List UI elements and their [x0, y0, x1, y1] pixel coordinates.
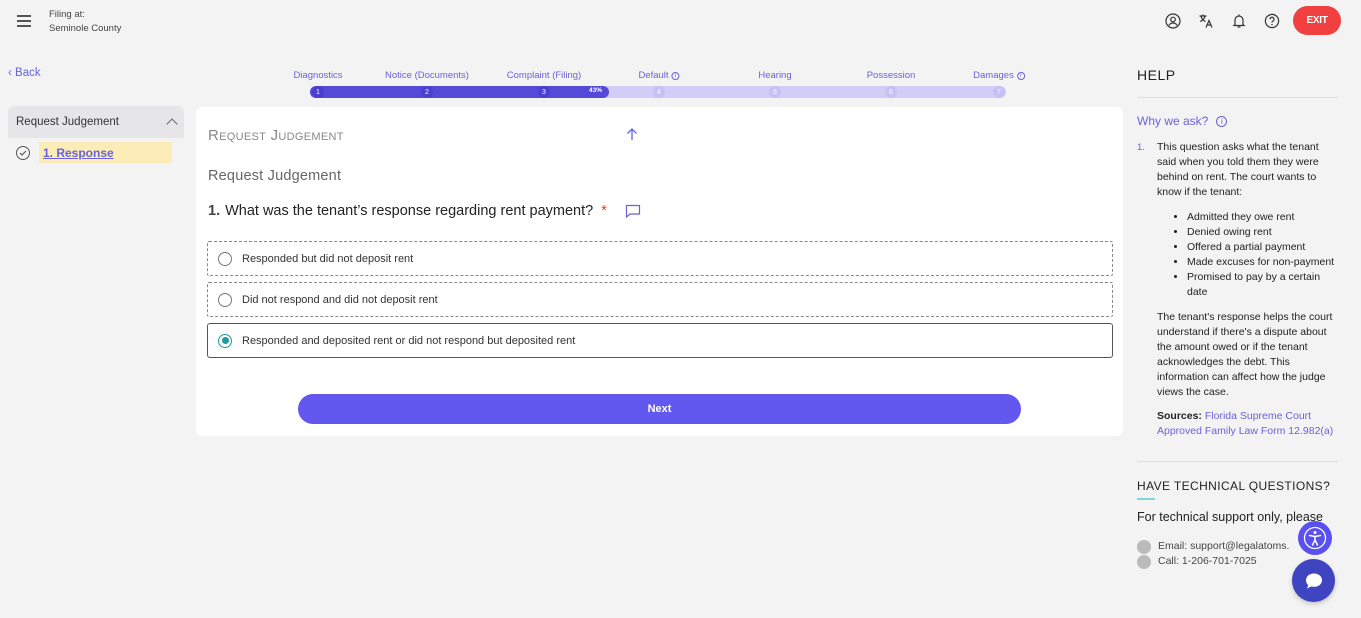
step-label-4[interactable]: Default i — [638, 70, 680, 81]
help-bullet: Admitted they owe rent — [1187, 210, 1338, 225]
help-intro: This question asks what the tenant said … — [1157, 141, 1319, 198]
answer-option-label: Responded but did not deposit rent — [242, 252, 414, 265]
info-icon: i — [671, 72, 680, 80]
answer-option-label: Responded and deposited rent or did not … — [242, 334, 576, 347]
top-icons: EXIT — [1149, 6, 1341, 35]
filing-label: Filing at: — [49, 9, 85, 20]
notification-bell-icon[interactable] — [1230, 12, 1248, 30]
nav-item-response: 1. Response — [8, 142, 184, 163]
help-paragraph: The tenant's response helps the court un… — [1157, 311, 1333, 398]
question-text: What was the tenant’s response regarding… — [225, 203, 594, 219]
radio-button[interactable] — [218, 292, 232, 307]
step-label-text: Hearing — [758, 70, 792, 81]
question: 1. What was the tenant’s response regard… — [208, 203, 641, 219]
sources-label: Sources: — [1157, 410, 1202, 422]
divider — [1137, 461, 1338, 462]
next-button[interactable]: Next — [298, 394, 1021, 424]
step-dot-1: 1 — [312, 86, 324, 98]
help-number: 1. — [1137, 142, 1145, 153]
help-bullet: Made excuses for non-payment — [1187, 255, 1338, 270]
translate-icon[interactable] — [1197, 12, 1215, 30]
step-label-text: Possession — [866, 70, 916, 81]
step-dot-3: 3 — [538, 86, 550, 98]
tech-title: HAVE TECHNICAL QUESTIONS? — [1137, 479, 1331, 493]
sub-title: Request Judgement — [208, 168, 342, 184]
divider — [1137, 97, 1338, 98]
tech-accent-bar — [1137, 498, 1155, 500]
help-question-icon[interactable] — [1263, 12, 1281, 30]
step-label-text: Default — [638, 70, 669, 81]
contact-call[interactable]: Call: 1-206-701-7025 — [1158, 554, 1257, 569]
avatar — [1137, 539, 1151, 554]
chat-button[interactable] — [1292, 559, 1335, 602]
arrow-up-icon[interactable] — [626, 127, 638, 141]
help-body: 1. This question asks what the tenant sa… — [1137, 140, 1338, 439]
hamburger-menu-icon[interactable] — [17, 15, 31, 27]
answer-option-2[interactable]: Did not respond and did not deposit rent — [207, 282, 1113, 317]
top-bar: Filing at: Seminole County EXIT — [0, 0, 1361, 46]
section-header[interactable]: Request Judgement — [8, 106, 184, 138]
filing-county: Seminole County — [49, 23, 122, 34]
why-we-ask-link[interactable]: Why we ask? i — [1137, 114, 1338, 128]
avatar — [1137, 554, 1151, 569]
step-label-2[interactable]: Notice (Documents) — [385, 70, 469, 81]
chevron-up-icon — [166, 118, 178, 130]
section-title: Request Judgement — [16, 116, 119, 128]
accessibility-icon — [1303, 526, 1327, 550]
check-circle-icon — [16, 145, 30, 160]
step-label-text: Damages — [973, 70, 1014, 81]
step-label-5[interactable]: Hearing — [758, 70, 791, 81]
step-dot-5: 5 — [769, 86, 781, 98]
card-title: Request Judgement — [208, 127, 344, 144]
answer-option-1[interactable]: Responded but did not deposit rent — [207, 241, 1113, 276]
accessibility-button[interactable] — [1298, 521, 1332, 555]
chat-bubble-icon — [1305, 573, 1322, 588]
progress-stepper: Diagnostics 1 Notice (Documents) 2 Complaint… — [293, 67, 1025, 102]
answer-option-label: Did not respond and did not deposit rent — [242, 293, 438, 306]
step-label-6[interactable]: Possession — [867, 70, 916, 81]
info-icon: i — [1216, 115, 1228, 127]
radio-button[interactable] — [218, 333, 232, 348]
step-label-text: Diagnostics — [293, 70, 343, 81]
required-marker: * — [601, 203, 607, 219]
help-panel: HELP Why we ask? i 1. This question asks… — [1137, 67, 1338, 569]
radio-button[interactable] — [218, 251, 232, 266]
progress-percent: 43% — [589, 87, 603, 94]
section-nav: Request Judgement 1. Response — [8, 106, 184, 163]
step-label-3[interactable]: Complaint (Filing) — [507, 70, 581, 81]
progress-fill — [310, 86, 609, 98]
step-label-7[interactable]: Damages i — [973, 70, 1025, 81]
sources: Sources: Florida Supreme Court Approved … — [1157, 409, 1338, 439]
step-dot-7: 7 — [993, 86, 1005, 98]
help-bullets: Admitted they owe rentDenied owing rentO… — [1187, 210, 1338, 300]
info-icon: i — [1016, 72, 1025, 80]
user-profile-icon[interactable] — [1164, 12, 1182, 30]
question-number: 1. — [208, 203, 221, 219]
comment-icon[interactable] — [625, 204, 641, 218]
step-label-text: Complaint (Filing) — [506, 70, 582, 81]
exit-button[interactable]: EXIT — [1293, 6, 1341, 35]
contact-email[interactable]: Email: support@legalatoms. — [1158, 539, 1289, 554]
filing-location: Filing at: Seminole County — [49, 8, 121, 36]
nav-link-response[interactable]: 1. Response — [39, 142, 172, 163]
help-bullet: Denied owing rent — [1187, 225, 1338, 240]
why-label: Why we ask? — [1137, 114, 1209, 128]
help-bullet: Promised to pay by a certain date — [1187, 270, 1338, 300]
step-dot-6: 6 — [885, 86, 897, 98]
answer-option-3[interactable]: Responded and deposited rent or did not … — [207, 323, 1113, 358]
step-label-text: Notice (Documents) — [385, 70, 469, 81]
help-bullet: Offered a partial payment — [1187, 240, 1338, 255]
step-label-1[interactable]: Diagnostics — [293, 70, 342, 81]
step-dot-2: 2 — [421, 86, 433, 98]
step-dot-4: 4 — [653, 86, 665, 98]
back-link[interactable]: ‹ Back — [8, 67, 41, 79]
question-card: Request Judgement Request Judgement 1. W… — [196, 107, 1123, 436]
back-label: Back — [15, 67, 41, 79]
help-title: HELP — [1137, 67, 1176, 83]
